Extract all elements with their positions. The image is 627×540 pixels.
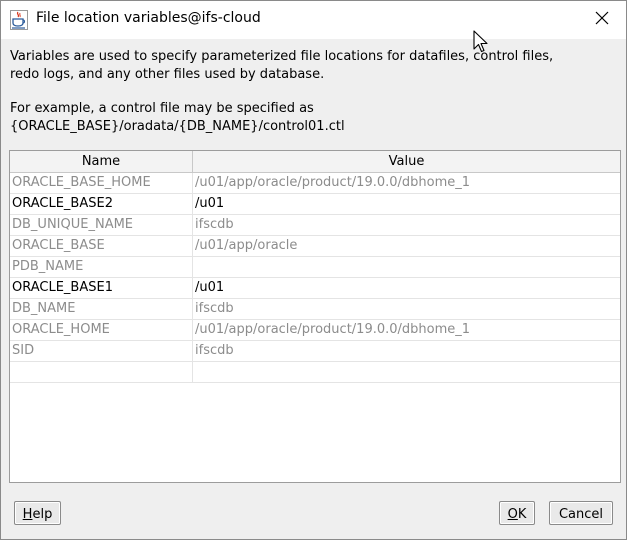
variable-value-cell[interactable]: /u01/app/oracle/product/19.0.0/dbhome_1 (193, 173, 620, 193)
variable-value-cell[interactable]: ifscdb (193, 215, 620, 235)
table-row[interactable]: ORACLE_BASE /u01/app/oracle (10, 236, 620, 257)
table-body: ORACLE_BASE_HOME /u01/app/oracle/product… (10, 173, 620, 383)
example-line-1: For example, a control file may be speci… (10, 101, 314, 116)
variable-value-cell[interactable] (193, 257, 620, 277)
ok-button[interactable]: OK (499, 501, 535, 525)
variable-value-cell[interactable]: /u01/app/oracle/product/19.0.0/dbhome_1 (193, 320, 620, 340)
variable-name-cell[interactable]: DB_NAME (10, 299, 193, 319)
variable-name-cell[interactable]: ORACLE_HOME (10, 320, 193, 340)
help-button[interactable]: Help (14, 501, 61, 525)
ok-label-rest: K (517, 507, 527, 522)
variable-name-cell[interactable]: DB_UNIQUE_NAME (10, 215, 193, 235)
variable-name-cell[interactable]: ORACLE_BASE_HOME (10, 173, 193, 193)
variable-name-cell[interactable] (10, 362, 193, 382)
variables-table[interactable]: Name Value ORACLE_BASE_HOME /u01/app/ora… (9, 150, 621, 483)
table-row[interactable]: ORACLE_BASE1 /u01 (10, 278, 620, 299)
description-line-2: redo logs, and any other files used by d… (10, 66, 325, 82)
table-row[interactable]: PDB_NAME (10, 257, 620, 278)
dialog-window: File location variables@ifs-cloud Variab… (0, 0, 627, 540)
variable-value-cell[interactable]: ifscdb (193, 299, 620, 319)
table-row[interactable]: ORACLE_BASE2 /u01 (10, 194, 620, 215)
variable-name-cell[interactable]: PDB_NAME (10, 257, 193, 277)
close-button[interactable] (582, 6, 622, 34)
variable-value-cell[interactable]: /u01 (193, 194, 620, 214)
variable-value-cell[interactable] (193, 362, 620, 382)
variable-name-cell[interactable]: ORACLE_BASE (10, 236, 193, 256)
variable-value-cell[interactable]: /u01/app/oracle (193, 236, 620, 256)
variable-name-cell[interactable]: ORACLE_BASE2 (10, 194, 193, 214)
window-title: File location variables@ifs-cloud (36, 10, 261, 26)
description-line-1: Variables are used to specify parameteri… (10, 49, 554, 64)
variable-name-cell[interactable]: SID (10, 341, 193, 361)
title-bar[interactable]: File location variables@ifs-cloud (1, 1, 626, 39)
help-label-rest: elp (32, 507, 53, 522)
table-header: Name Value (10, 151, 620, 173)
cancel-button[interactable]: Cancel (549, 501, 613, 525)
help-mnemonic: H (22, 507, 33, 522)
example-line-2: {ORACLE_BASE}/oradata/{DB_NAME}/control0… (10, 118, 345, 134)
table-row[interactable]: ORACLE_BASE_HOME /u01/app/oracle/product… (10, 173, 620, 194)
ok-mnemonic: O (507, 507, 518, 522)
table-row-empty[interactable] (10, 362, 620, 383)
table-row[interactable]: DB_NAME ifscdb (10, 299, 620, 320)
table-row[interactable]: ORACLE_HOME /u01/app/oracle/product/19.0… (10, 320, 620, 341)
close-icon (595, 11, 609, 29)
java-coffee-cup-icon (10, 10, 28, 30)
variable-name-cell[interactable]: ORACLE_BASE1 (10, 278, 193, 298)
variable-value-cell[interactable]: /u01 (193, 278, 620, 298)
column-header-value[interactable]: Value (193, 151, 620, 172)
mouse-pointer-icon (471, 29, 491, 55)
variable-value-cell[interactable]: ifscdb (193, 341, 620, 361)
table-row[interactable]: DB_UNIQUE_NAME ifscdb (10, 215, 620, 236)
description-text: Variables are used to specify parameteri… (10, 48, 620, 135)
column-header-name[interactable]: Name (10, 151, 193, 172)
table-row[interactable]: SID ifscdb (10, 341, 620, 362)
